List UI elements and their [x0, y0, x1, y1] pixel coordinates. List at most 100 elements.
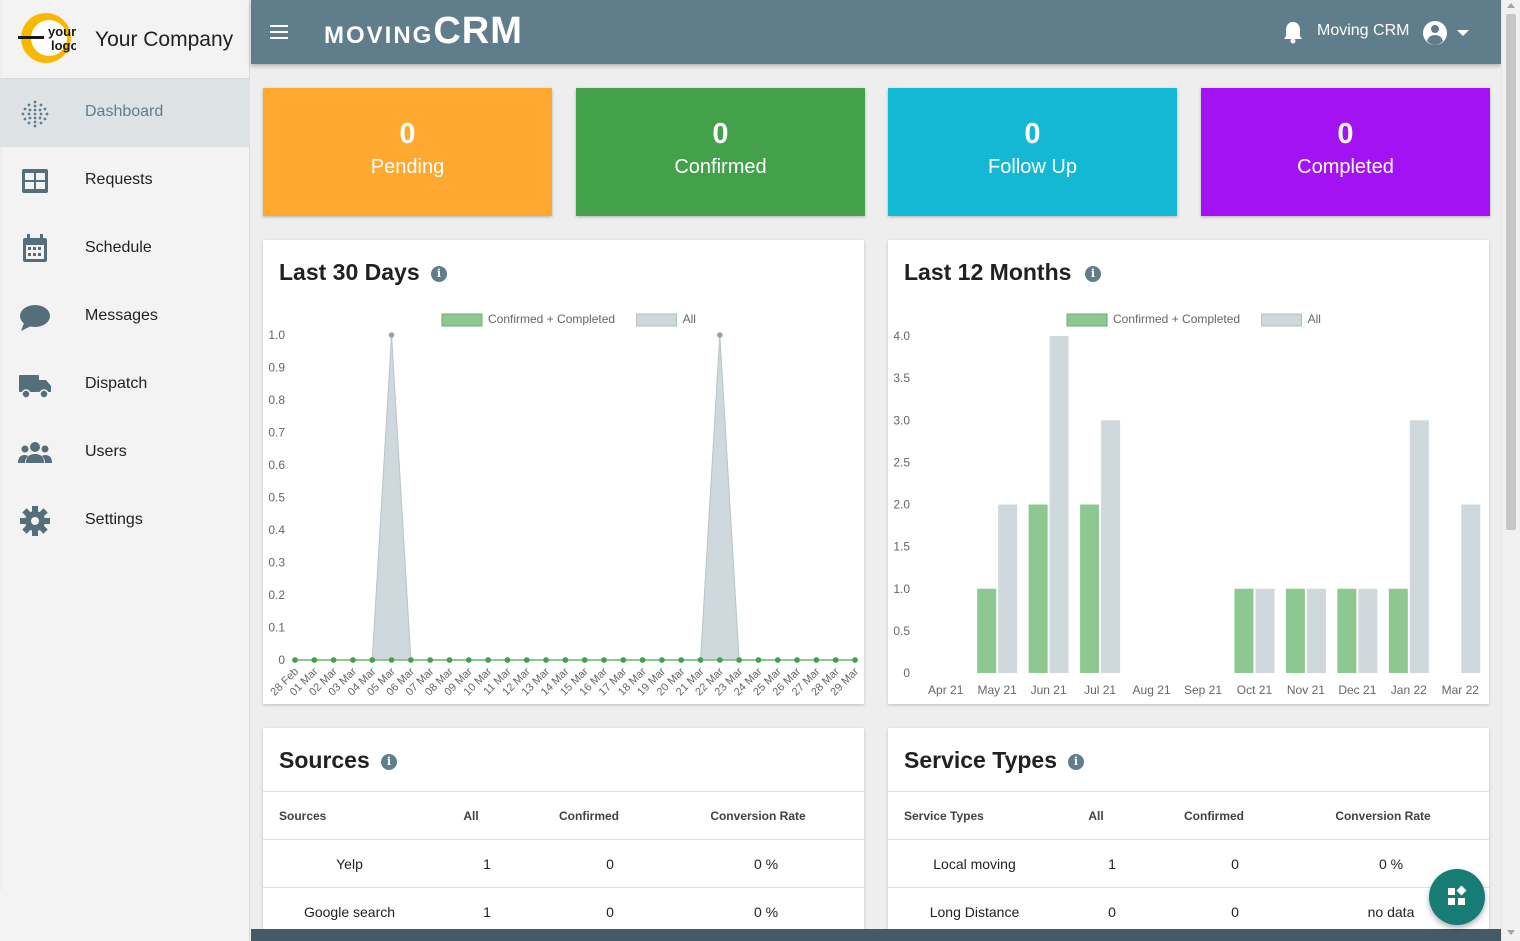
data-point-confirmed	[427, 657, 433, 663]
widgets-fab-button[interactable]	[1429, 869, 1485, 925]
sidebar-item-users[interactable]: Users	[0, 419, 250, 487]
scroll-down-arrow-icon[interactable]	[1507, 930, 1515, 935]
y-tick-label: 0	[278, 653, 285, 667]
column-header[interactable]: Confirmed	[1151, 791, 1277, 840]
chat-bubble-icon	[20, 305, 50, 331]
data-point-confirmed	[736, 657, 742, 663]
data-point-confirmed	[620, 657, 627, 663]
bell-icon[interactable]	[1282, 20, 1304, 44]
data-point-confirmed	[755, 657, 762, 663]
y-tick-label: 4.0	[893, 329, 910, 343]
data-point-confirmed	[794, 657, 800, 663]
y-tick-label: 1.0	[893, 582, 910, 596]
legend-swatch	[636, 313, 678, 327]
data-point-confirmed	[717, 657, 723, 663]
series-area-all	[295, 334, 855, 661]
y-tick-label: 0.2	[268, 588, 285, 602]
column-header[interactable]: All	[416, 791, 526, 840]
scroll-thumb[interactable]	[1506, 14, 1516, 530]
panel-title: Sources	[279, 747, 370, 773]
sidebar: your logo Your Company Dashboard Request…	[0, 0, 250, 941]
scroll-up-arrow-icon[interactable]	[1507, 3, 1515, 8]
y-tick-label: 0.5	[893, 624, 910, 638]
sidebar-item-label: Schedule	[85, 239, 152, 256]
bar-all	[1101, 420, 1121, 673]
stat-label: Follow Up	[988, 156, 1077, 178]
stat-card-completed[interactable]: 0 Completed	[1201, 88, 1490, 216]
account-menu-button[interactable]	[1421, 18, 1477, 48]
legend-label: All	[1308, 312, 1321, 326]
y-tick-label: 0.6	[268, 458, 285, 472]
data-point-confirmed	[350, 657, 356, 663]
column-header[interactable]: Conversion Rate	[652, 791, 864, 840]
column-header[interactable]: Conversion Rate	[1277, 791, 1489, 840]
dashboard-dots-icon	[21, 100, 49, 128]
sidebar-item-dispatch[interactable]: Dispatch	[0, 351, 250, 419]
table-row: Local moving 1 0 0 %	[888, 839, 1489, 888]
legend-label: Confirmed + Completed	[1113, 312, 1240, 326]
x-tick-label: Jun 21	[1031, 683, 1067, 697]
column-header[interactable]: Sources	[263, 791, 416, 840]
bar-all	[1358, 588, 1378, 673]
data-point-confirmed	[485, 657, 491, 663]
y-tick-label: 1.0	[268, 328, 285, 342]
x-tick-label: Apr 21	[928, 683, 964, 697]
data-point-confirmed	[659, 657, 665, 663]
sidebar-item-schedule[interactable]: Schedule	[0, 215, 250, 283]
bar-all	[998, 504, 1018, 673]
info-icon[interactable]: i	[1068, 754, 1084, 770]
data-point-confirmed	[388, 657, 395, 663]
legend-swatch	[1261, 313, 1303, 327]
user-name: Moving CRM	[1317, 22, 1410, 39]
last-12-months-panel: Last 12 Months i Confirmed + Completed Al…	[888, 240, 1489, 704]
legend-label: All	[683, 312, 696, 326]
x-tick-label: Jan 22	[1391, 683, 1427, 697]
bar-confirmed	[1234, 588, 1254, 673]
sidebar-item-label: Dashboard	[85, 103, 164, 120]
y-tick-label: 3.0	[893, 413, 910, 427]
table-cell: 0	[1151, 839, 1277, 888]
sidebar-item-messages[interactable]: Messages	[0, 283, 250, 351]
stat-card-confirmed[interactable]: 0 Confirmed	[576, 88, 865, 216]
table-icon	[22, 169, 48, 193]
data-point-confirmed	[330, 657, 337, 663]
data-point-confirmed	[639, 657, 646, 663]
stat-card-pending[interactable]: 0 Pending	[263, 88, 552, 216]
data-point-confirmed	[832, 657, 839, 663]
table-cell: 1	[416, 839, 526, 888]
truck-icon	[19, 375, 51, 399]
logo-text-2: logo	[51, 38, 76, 53]
widgets-icon	[1448, 885, 1467, 905]
data-point-confirmed	[562, 657, 569, 663]
column-header[interactable]: Confirmed	[526, 791, 652, 840]
last-30-days-panel: Last 30 Days i Confirmed + Completed All 1…	[263, 240, 864, 704]
data-point-confirmed	[446, 657, 453, 663]
app-logo-part1: MOVING	[324, 22, 434, 49]
legend-swatch	[441, 313, 483, 327]
y-tick-label: 0.3	[268, 556, 285, 570]
table-cell: Local moving	[888, 839, 1041, 888]
y-tick-label: 0.4	[268, 523, 285, 537]
sidebar-item-requests[interactable]: Requests	[0, 147, 250, 215]
sidebar-item-settings[interactable]: Settings	[0, 487, 250, 555]
bar-confirmed	[1028, 504, 1048, 673]
hamburger-menu-icon[interactable]	[267, 20, 291, 44]
app-logo-part2: CRM	[433, 10, 523, 52]
stat-value: 0	[712, 118, 729, 150]
y-tick-label: 2.0	[893, 498, 910, 512]
column-header[interactable]: All	[1041, 791, 1151, 840]
service-types-table: Service Types All Confirmed Conversion R…	[888, 791, 1489, 936]
info-icon[interactable]: i	[381, 754, 397, 770]
x-tick-label: Aug 21	[1133, 683, 1171, 697]
data-point-confirmed	[504, 657, 511, 663]
stat-card-follow-up[interactable]: 0 Follow Up	[888, 88, 1177, 216]
data-point-all	[717, 332, 723, 338]
data-point-confirmed	[523, 657, 530, 663]
data-point-confirmed	[678, 657, 685, 663]
sidebar-item-dashboard[interactable]: Dashboard	[0, 79, 250, 147]
data-point-confirmed	[813, 657, 820, 663]
column-header[interactable]: Service Types	[888, 791, 1041, 840]
page-scrollbar[interactable]	[1501, 0, 1520, 941]
y-tick-label: 1.5	[893, 540, 910, 554]
bar-confirmed	[977, 588, 997, 673]
